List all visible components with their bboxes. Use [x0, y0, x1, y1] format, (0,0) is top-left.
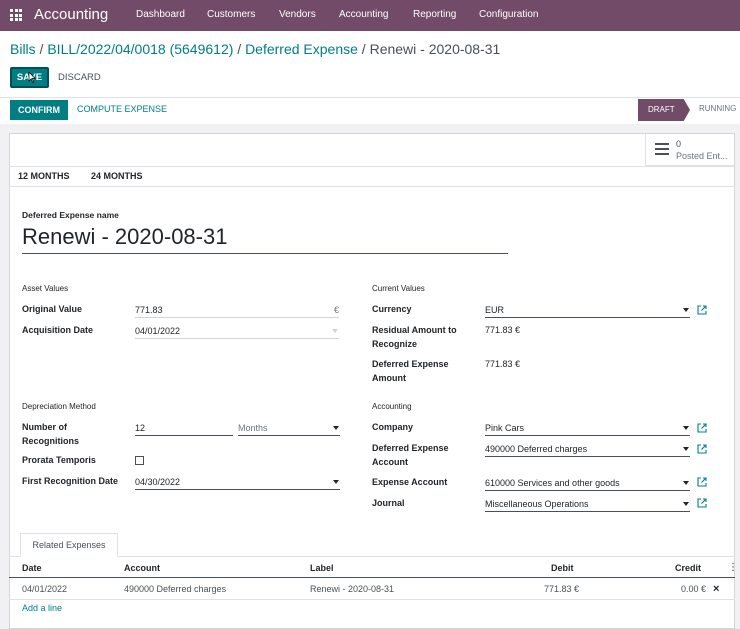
deferred-amount-label: Deferred Expense Amount — [372, 359, 449, 383]
breadcrumb-bills[interactable]: Bills — [10, 41, 36, 57]
row-divider — [9, 599, 735, 600]
company-label: Company — [372, 422, 414, 432]
column-header-label[interactable]: Label — [310, 563, 334, 573]
prorata-checkbox[interactable] — [135, 456, 144, 465]
column-options-icon[interactable]: ⋮ — [728, 562, 738, 573]
residual-amount-label: Residual Amount to Recognize — [372, 325, 457, 349]
asset-values-title: Asset Values — [22, 284, 69, 293]
first-recognition-date-label: First Recognition Date — [22, 476, 119, 486]
chevron-down-icon — [683, 426, 689, 430]
external-link-icon[interactable] — [697, 444, 707, 454]
chevron-down-icon — [683, 308, 689, 312]
menu-vendors[interactable]: Vendors — [279, 9, 316, 20]
bars-icon — [655, 143, 669, 158]
deferred-account-select[interactable]: 490000 Deferred charges — [485, 443, 690, 457]
cell-debit: 771.83 € — [544, 584, 580, 594]
residual-amount-value: 771.83 € — [485, 325, 521, 335]
menu-configuration[interactable]: Configuration — [479, 9, 538, 20]
cell-date: 04/01/2022 — [22, 584, 68, 594]
add-line-link[interactable]: Add a line — [22, 603, 62, 613]
apps-menu-icon[interactable] — [10, 9, 22, 21]
company-select[interactable]: Pink Cars — [485, 422, 690, 436]
period-select[interactable]: Months — [238, 422, 340, 436]
mouse-pointer-icon — [28, 72, 36, 83]
journal-label: Journal — [372, 498, 405, 508]
status-draft[interactable]: DRAFT — [638, 99, 690, 121]
acquisition-date-input[interactable]: 04/01/2022 — [135, 325, 339, 339]
currency-label: Currency — [372, 304, 412, 314]
prorata-label: Prorata Temporis — [22, 455, 96, 465]
chevron-down-icon — [683, 447, 689, 451]
model-12-months-button[interactable]: 12 MONTHS — [18, 171, 70, 181]
delete-row-icon[interactable]: × — [713, 583, 719, 595]
chevron-down-icon — [683, 481, 689, 485]
confirm-button[interactable]: CONFIRM — [10, 100, 68, 120]
menu-dashboard[interactable]: Dashboard — [136, 9, 185, 20]
original-value-input[interactable]: 771.83 € — [135, 304, 339, 318]
top-navbar: Accounting Dashboard Customers Vendors A… — [0, 0, 740, 31]
breadcrumb-current: Renewi - 2020-08-31 — [369, 41, 501, 57]
external-link-icon[interactable] — [697, 305, 707, 315]
breadcrumb-deferred-expense[interactable]: Deferred Expense — [245, 41, 358, 57]
discard-button[interactable]: DISCARD — [58, 72, 101, 83]
name-label: Deferred Expense name — [22, 210, 119, 220]
chevron-down-icon — [333, 480, 339, 484]
current-values-title: Current Values — [372, 284, 425, 293]
journal-select[interactable]: Miscellaneous Operations — [485, 498, 690, 512]
compute-expense-button[interactable]: COMPUTE EXPENSE — [77, 104, 167, 114]
posted-entries-label: Posted Ent... — [676, 151, 728, 161]
menu-customers[interactable]: Customers — [207, 9, 255, 20]
breadcrumb: Bills / BILL/2022/04/0018 (5649612) / De… — [10, 41, 501, 57]
status-running[interactable]: RUNNING — [699, 104, 736, 113]
name-input[interactable]: Renewi - 2020-08-31 — [22, 224, 508, 254]
external-link-icon[interactable] — [697, 423, 707, 433]
acquisition-date-label: Acquisition Date — [22, 325, 94, 335]
cell-credit: 0.00 € — [681, 584, 707, 594]
column-header-debit[interactable]: Debit — [551, 563, 574, 573]
tab-related-expenses[interactable]: Related Expenses — [20, 533, 118, 557]
posted-entries-button[interactable]: 0 Posted Ent... — [645, 134, 734, 166]
cell-label: Renewi - 2020-08-31 — [310, 584, 395, 594]
cell-account: 490000 Deferred charges — [124, 584, 227, 594]
accounting-title: Accounting — [372, 402, 412, 411]
chevron-down-icon — [333, 426, 339, 430]
posted-entries-count: 0 — [676, 139, 682, 149]
menu-accounting[interactable]: Accounting — [339, 9, 388, 20]
currency-symbol: € — [333, 305, 339, 315]
chevron-down-icon — [683, 502, 689, 506]
external-link-icon[interactable] — [697, 498, 707, 508]
deferred-account-label: Deferred Expense Account — [372, 443, 449, 467]
depreciation-method-title: Depreciation Method — [22, 402, 96, 411]
expense-account-label: Expense Account — [372, 477, 448, 487]
app-name[interactable]: Accounting — [34, 6, 108, 23]
deferred-amount-value: 771.83 € — [485, 359, 521, 369]
column-header-account[interactable]: Account — [124, 563, 160, 573]
currency-select[interactable]: EUR — [485, 304, 690, 318]
expense-account-select[interactable]: 610000 Services and other goods — [485, 477, 690, 491]
chevron-down-icon — [332, 329, 338, 333]
breadcrumb-bill[interactable]: BILL/2022/04/0018 (5649612) — [47, 41, 233, 57]
column-header-date[interactable]: Date — [22, 563, 42, 573]
table-header-divider — [9, 577, 735, 578]
recognitions-input[interactable]: 12 — [135, 422, 233, 436]
recognitions-label: Number of Recognitions — [22, 422, 80, 446]
column-header-credit[interactable]: Credit — [675, 563, 701, 573]
divider — [0, 97, 740, 98]
menu-reporting[interactable]: Reporting — [413, 9, 456, 20]
original-value-label: Original Value — [22, 304, 83, 314]
first-recognition-date-input[interactable]: 04/30/2022 — [135, 476, 340, 490]
external-link-icon[interactable] — [697, 477, 707, 487]
model-24-months-button[interactable]: 24 MONTHS — [91, 171, 143, 181]
